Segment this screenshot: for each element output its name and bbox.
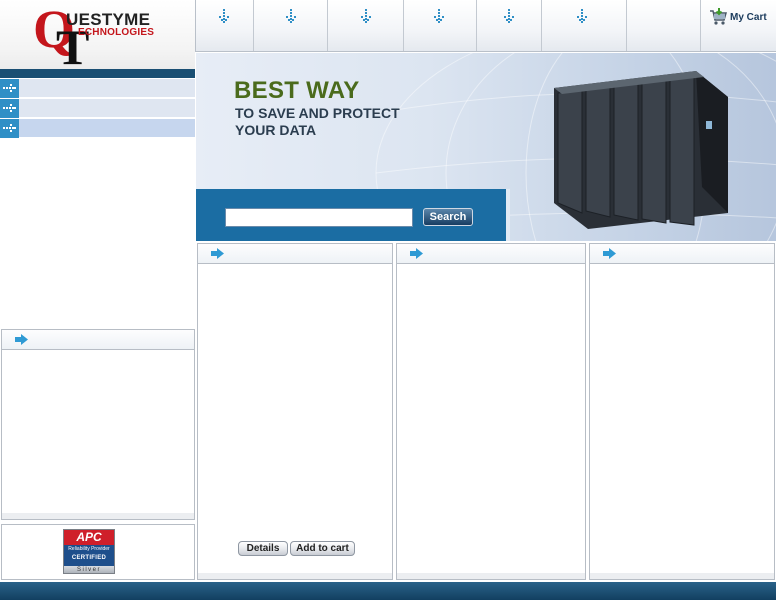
sidebar-info-box-header [2,330,194,350]
sidebar-top-bar [0,69,195,78]
apc-badge-line3: Silver [64,566,114,573]
down-arrow-icon [361,9,371,23]
product-box-3-header [590,244,774,264]
box-footer-strip [590,573,774,579]
apc-certified-badge[interactable]: APC Reliability Provider CERTIFIED Silve… [63,529,115,574]
arrow-right-icon [0,79,19,98]
down-arrow-icon [286,9,296,23]
arrow-right-icon [410,248,423,259]
product-box-1-header [198,244,392,264]
top-navigation: My Cart [195,0,776,52]
apc-badge-line2: CERTIFIED [71,555,107,561]
page-footer [0,582,776,600]
search-panel-edge [506,189,510,241]
sidebar-item-2[interactable] [0,99,195,118]
sidebar-item-1[interactable] [0,79,195,98]
nav-item-4[interactable] [404,0,477,51]
sidebar-info-box [1,329,195,520]
box-footer-strip [198,573,392,579]
banner-subline-2: YOUR DATA [235,122,317,138]
sidebar-item-3[interactable] [0,119,195,138]
banner-headline: BEST WAY [234,77,360,104]
product-box-3 [589,243,775,580]
arrow-right-icon [211,248,224,259]
apc-badge-line1: Reliability Provider [68,546,110,552]
down-arrow-icon [434,9,444,23]
product-box-2 [396,243,586,580]
down-arrow-icon [504,9,514,23]
arrow-right-icon [15,334,28,345]
nav-item-2[interactable] [254,0,328,51]
down-arrow-icon [577,9,587,23]
add-to-cart-button[interactable]: Add to cart [290,541,355,556]
site-logo[interactable]: Q T UESTYME ECHNOLOGIES [0,0,195,69]
apc-badge-middle: Reliability Provider CERTIFIED [64,545,114,566]
nav-item-3[interactable] [328,0,404,51]
nav-item-1[interactable] [196,0,254,51]
details-button[interactable]: Details [238,541,288,556]
search-panel: Search [196,189,509,241]
my-cart-link[interactable]: My Cart [701,0,776,51]
arrow-right-icon [0,99,19,118]
nav-item-6[interactable] [542,0,627,51]
hero-banner: BEST WAY TO SAVE AND PROTECT YOUR DATA S… [196,53,776,241]
logo-wordmark-line1: UESTYME [66,10,151,29]
my-cart-label: My Cart [730,12,767,23]
nav-item-blank[interactable] [627,0,701,51]
product-box-2-header [397,244,585,264]
arrow-right-icon [603,248,616,259]
box-footer-strip [2,513,194,519]
search-button[interactable]: Search [423,208,473,226]
product-box-1 [197,243,393,580]
search-input[interactable] [225,208,413,227]
box-footer-strip [397,573,585,579]
shopping-cart-icon [710,8,727,25]
down-arrow-icon [219,9,229,23]
logo-wordmark-line2: ECHNOLOGIES [78,27,155,38]
apc-brand: APC [64,530,114,545]
arrow-right-icon [0,119,19,138]
nav-item-5[interactable] [477,0,542,51]
banner-subline-1: TO SAVE AND PROTECT [235,105,400,121]
